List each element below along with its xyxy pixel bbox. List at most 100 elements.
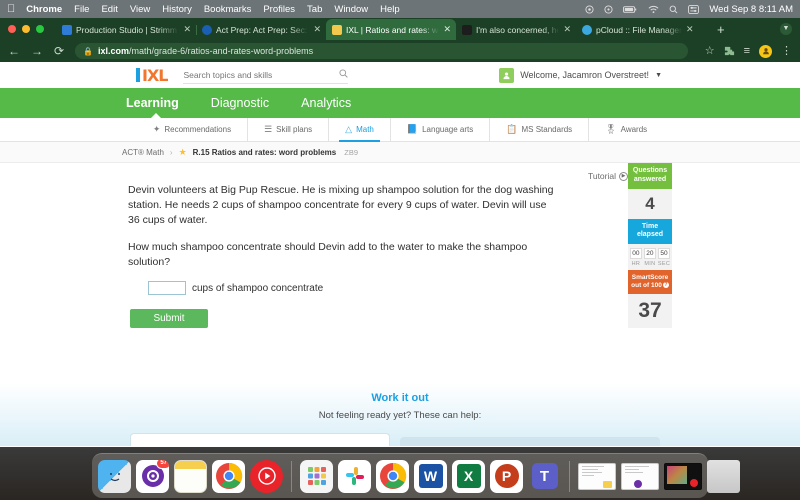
browser-tab-2[interactable]: Act Prep: Act Prep: Sec: 1, Per ✕: [196, 19, 326, 40]
help-card-2[interactable]: [400, 437, 660, 446]
nav-item-diagnostic[interactable]: Diagnostic: [207, 96, 273, 110]
menu-item-bookmarks[interactable]: Bookmarks: [204, 4, 252, 15]
word-glyph: W: [418, 464, 443, 488]
menu-bar-clock[interactable]: Wed Sep 8 8:11 AM: [709, 4, 793, 15]
chrome-menu-icon[interactable]: ⋮: [781, 45, 792, 57]
submit-button[interactable]: Submit: [130, 309, 208, 329]
window-traffic-lights[interactable]: [8, 25, 44, 33]
subnav-item-language-arts[interactable]: 📘 Language arts: [389, 117, 489, 142]
minimize-window-button[interactable]: [22, 25, 30, 33]
browser-tab-5[interactable]: pCloud :: File Manager ✕: [576, 19, 711, 40]
dock-icon-slack[interactable]: [338, 459, 371, 493]
breadcrumb-skill-title: R.15 Ratios and rates: word problems: [192, 147, 337, 157]
close-window-button[interactable]: [8, 25, 16, 33]
dock-icon-microsoft-excel[interactable]: X: [452, 459, 485, 493]
tutorial-link[interactable]: Tutorial ▶: [588, 171, 628, 181]
chevron-down-icon[interactable]: ▼: [655, 72, 662, 79]
subnav-label: Math: [356, 125, 374, 134]
help-card-1[interactable]: [130, 433, 390, 446]
new-tab-button[interactable]: +: [717, 23, 725, 36]
address-bar[interactable]: 🔒 ixl.com/math/grade-6/ratios-and-rates-…: [75, 43, 688, 59]
dock-icon-notes[interactable]: [174, 459, 207, 493]
subnav-item-recommendations[interactable]: ✦ Recommendations: [137, 118, 247, 142]
subnav-label: Recommendations: [164, 125, 232, 134]
browser-toolbar: ← → ⟳ 🔒 ixl.com/math/grade-6/ratios-and-…: [0, 40, 800, 62]
answer-row: cups of shampoo concentrate: [148, 281, 558, 296]
back-button[interactable]: ←: [8, 45, 20, 57]
nav-item-learning[interactable]: Learning: [122, 96, 183, 110]
work-it-out-panel: Work it out Not feeling ready yet? These…: [0, 383, 800, 446]
menu-item-file[interactable]: File: [74, 4, 89, 15]
reload-button[interactable]: ⟳: [54, 45, 64, 57]
account-menu[interactable]: Welcome, Jacamron Overstreet! ▼: [499, 67, 662, 83]
search-input[interactable]: [183, 69, 340, 80]
browser-tab-1[interactable]: Production Studio | Strimm TV ✕: [56, 19, 197, 40]
tab-title: Act Prep: Act Prep: Sec: 1, Per: [216, 24, 309, 35]
menu-item-help[interactable]: Help: [380, 4, 400, 15]
dock-icon-chrome-2[interactable]: [376, 459, 409, 493]
play-icon[interactable]: ▶: [619, 171, 628, 181]
menu-item-tab[interactable]: Tab: [307, 4, 322, 15]
reading-list-icon[interactable]: ≡: [744, 45, 750, 57]
browser-tab-3-active[interactable]: IXL | Ratios and rates: word pro ✕: [326, 19, 456, 40]
menu-item-edit[interactable]: Edit: [101, 4, 117, 15]
menu-item-view[interactable]: View: [130, 4, 150, 15]
dock-icon-messenger-app[interactable]: 57: [136, 459, 169, 493]
dock-icon-launchpad[interactable]: [300, 459, 333, 493]
dock-icon-youtube-music[interactable]: [250, 459, 283, 493]
browser-tab-4[interactable]: I'm also concerned, how do pe ✕: [456, 19, 576, 40]
subnav-item-awards[interactable]: 🎖 Awards: [588, 117, 663, 142]
apple-menu-icon[interactable]: : [7, 3, 15, 15]
url-domain: ixl.com: [98, 46, 130, 56]
excel-glyph: X: [456, 464, 481, 488]
menu-item-profiles[interactable]: Profiles: [263, 4, 295, 15]
skill-code: ZB9: [344, 147, 359, 157]
breadcrumb-parent[interactable]: ACT® Math: [122, 148, 164, 157]
dock-icon-microsoft-teams[interactable]: T: [528, 460, 561, 493]
subnav-item-skill-plans[interactable]: ☰ Skill plans: [247, 117, 328, 142]
close-tab-icon[interactable]: ✕: [563, 24, 571, 35]
welcome-text: Welcome, Jacamron Overstreet!: [520, 70, 650, 80]
search-icon[interactable]: [339, 69, 349, 80]
work-it-out-title[interactable]: Work it out: [0, 383, 800, 404]
screen-record-icon[interactable]: [585, 4, 594, 14]
wifi-icon[interactable]: [648, 5, 659, 14]
timemachine-icon[interactable]: [604, 4, 613, 14]
dock-icon-trash[interactable]: [707, 459, 740, 493]
ixl-logo[interactable]: IXL: [136, 66, 169, 85]
battery-icon[interactable]: [623, 5, 638, 14]
forward-button[interactable]: →: [31, 45, 43, 57]
menu-item-history[interactable]: History: [162, 4, 192, 15]
questions-answered-value: 4: [628, 188, 672, 219]
minimized-video-window-thumb[interactable]: [664, 462, 702, 490]
dock-icon-microsoft-powerpoint[interactable]: P: [490, 459, 523, 493]
dock-icon-finder[interactable]: [98, 459, 131, 493]
menu-item-chrome[interactable]: Chrome: [26, 4, 62, 15]
controlcenter-icon[interactable]: [688, 4, 700, 14]
tab-title: Production Studio | Strimm TV: [76, 24, 180, 35]
subnav-item-math[interactable]: △ Math: [328, 117, 390, 142]
bookmark-star-icon[interactable]: ☆: [705, 45, 715, 57]
maximize-window-button[interactable]: [36, 25, 44, 33]
dock-icon-google-chrome[interactable]: [212, 459, 245, 493]
menu-item-window[interactable]: Window: [334, 4, 368, 15]
close-tab-icon[interactable]: ✕: [443, 24, 451, 35]
help-icon[interactable]: ?: [662, 282, 669, 289]
favorite-star-icon[interactable]: ★: [179, 147, 187, 158]
minimized-browser-window-thumb[interactable]: [621, 462, 659, 490]
dock-icon-microsoft-word[interactable]: W: [414, 459, 447, 493]
close-tab-icon[interactable]: ✕: [686, 24, 694, 35]
extensions-puzzle-icon[interactable]: [724, 46, 735, 57]
close-tab-icon[interactable]: ✕: [313, 24, 321, 35]
search-icon[interactable]: [669, 5, 678, 14]
address-bar-url: ixl.com/math/grade-6/ratios-and-rates-wo…: [98, 46, 313, 56]
minimized-document-window-thumb[interactable]: [578, 462, 616, 490]
nav-item-analytics[interactable]: Analytics: [297, 96, 355, 110]
time-elapsed-label: Time elapsed: [628, 218, 672, 244]
tab-search-icon[interactable]: ▼: [780, 23, 792, 35]
profile-avatar-icon[interactable]: [759, 44, 772, 58]
close-tab-icon[interactable]: ✕: [183, 24, 191, 35]
search-box[interactable]: [183, 67, 349, 84]
answer-input[interactable]: [148, 281, 186, 296]
subnav-item-ms-standards[interactable]: 📋 MS Standards: [489, 117, 588, 142]
